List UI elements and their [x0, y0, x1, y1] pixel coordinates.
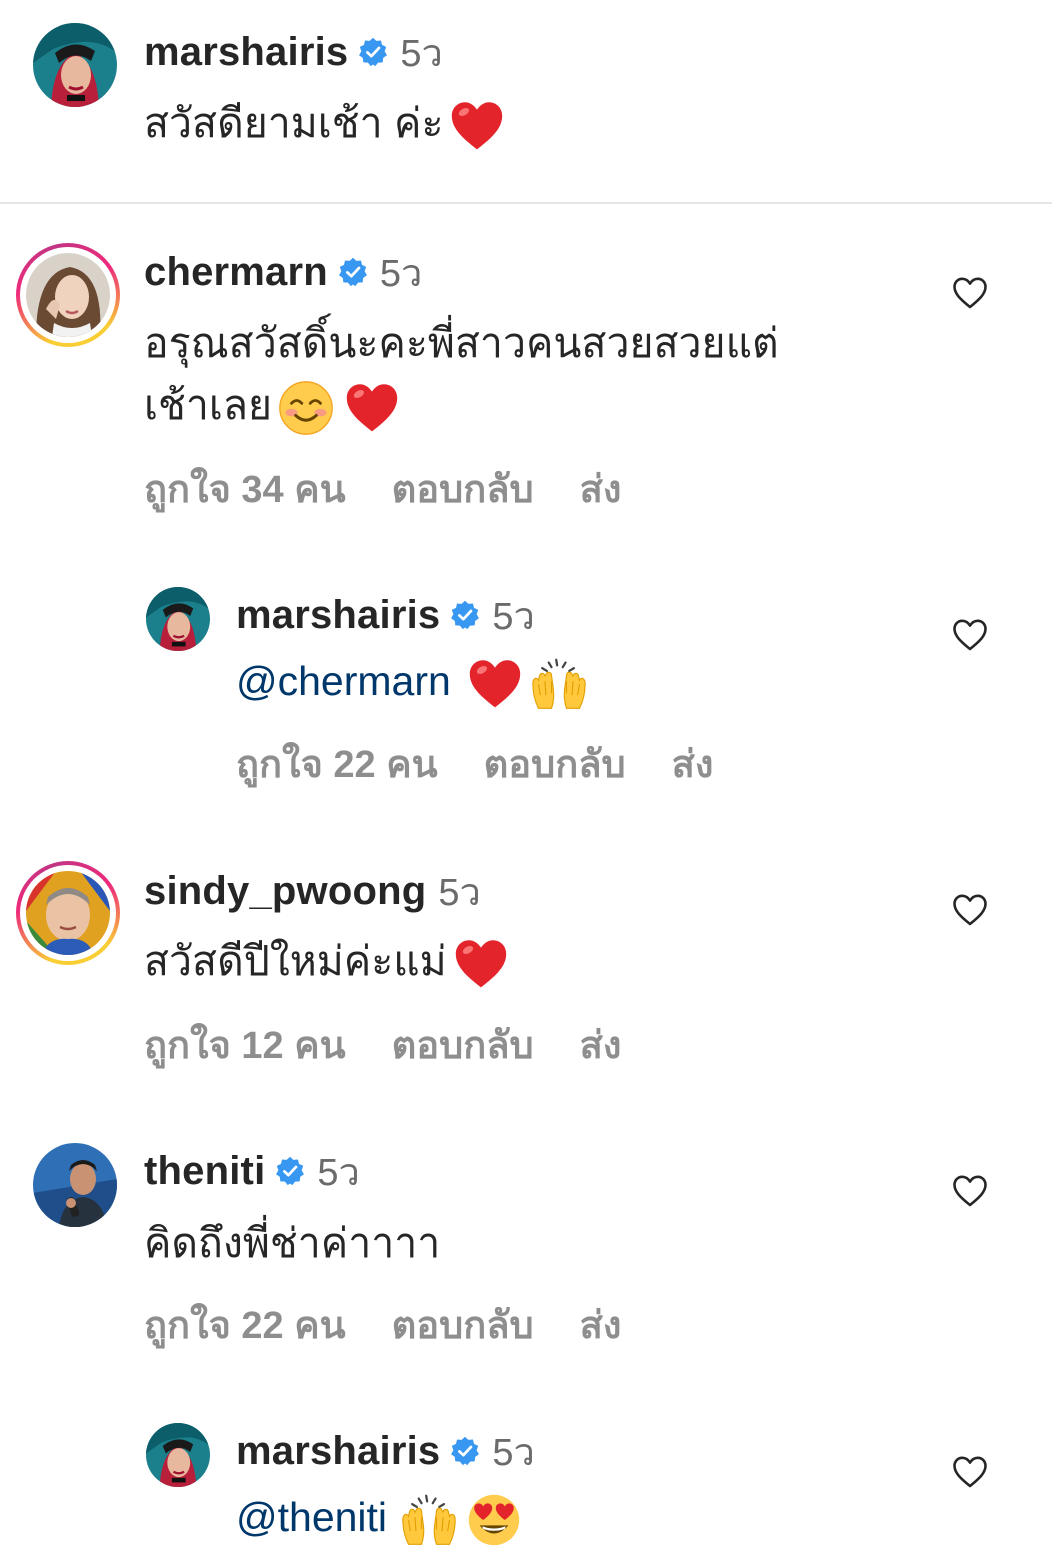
- verified-badge-icon: [450, 1436, 480, 1466]
- send-button[interactable]: ส่ง: [672, 733, 714, 794]
- comment-text: สวัสดีปีใหม่ค่ะแม่: [144, 930, 509, 992]
- likes-count[interactable]: ถูกใจ 22 คน: [144, 1294, 346, 1355]
- red-heart-icon: [467, 657, 523, 711]
- send-button[interactable]: ส่ง: [580, 1014, 622, 1075]
- verified-badge-icon: [358, 37, 388, 67]
- divider: [0, 202, 1052, 204]
- like-heart-icon[interactable]: [952, 618, 988, 652]
- avatar-theniti[interactable]: [33, 1143, 117, 1227]
- comment-text: @theniti: [236, 1486, 521, 1548]
- comment-text-content: สวัสดียามเช้า ค่ะ: [144, 100, 444, 146]
- username[interactable]: theniti: [144, 1149, 265, 1194]
- reply-button[interactable]: ตอบกลับ: [484, 733, 626, 794]
- comment-header: marshairis 5ว: [236, 1426, 535, 1476]
- comment-actions: ถูกใจ 12 คน ตอบกลับ ส่ง: [144, 1014, 667, 1075]
- comment-header: theniti 5ว: [144, 1146, 360, 1196]
- send-button[interactable]: ส่ง: [580, 458, 622, 519]
- comment-text-content: คิดถึงพี่ช่าค่าาาา: [144, 1220, 441, 1266]
- avatar-sindy-pwoong: [26, 871, 110, 955]
- smiling-face-icon: [278, 380, 334, 436]
- comment-header: marshairis 5ว: [144, 27, 443, 77]
- verified-badge-icon: [338, 257, 368, 287]
- likes-count[interactable]: ถูกใจ 12 คน: [144, 1014, 346, 1075]
- username[interactable]: sindy_pwoong: [144, 869, 426, 914]
- avatar-marshairis[interactable]: [146, 1423, 210, 1487]
- red-heart-icon: [449, 99, 505, 153]
- timestamp: 5ว: [492, 595, 535, 638]
- red-heart-icon: [344, 381, 400, 435]
- avatar-chermarn: [26, 253, 110, 337]
- comment-text: คิดถึงพี่ช่าค่าาาา: [144, 1212, 440, 1274]
- story-ring[interactable]: [16, 243, 120, 347]
- username[interactable]: chermarn: [144, 250, 328, 295]
- timestamp: 5ว: [379, 252, 423, 295]
- comment-text-content: เช้าเลย: [144, 382, 273, 428]
- timestamp: 5ว: [400, 32, 443, 75]
- mention-link[interactable]: @theniti: [236, 1494, 387, 1540]
- comment-header: chermarn 5ว: [144, 247, 422, 297]
- like-heart-icon[interactable]: [952, 893, 988, 927]
- like-heart-icon[interactable]: [952, 1455, 988, 1489]
- comment-text: อรุณสวัสดิ์นะคะพี่สาวคนสวยสวยแต่ เช้าเลย: [144, 312, 779, 436]
- verified-badge-icon: [275, 1156, 305, 1186]
- reply-button[interactable]: ตอบกลับ: [392, 458, 534, 519]
- send-button[interactable]: ส่ง: [580, 1294, 622, 1355]
- comment-actions: ถูกใจ 22 คน ตอบกลับ ส่ง: [144, 1294, 667, 1355]
- timestamp: 5ว: [317, 1151, 360, 1194]
- comment-text-line: เช้าเลย: [144, 374, 779, 436]
- likes-count[interactable]: ถูกใจ 22 คน: [236, 733, 438, 794]
- timestamp: 5ว: [438, 871, 481, 914]
- likes-count[interactable]: ถูกใจ 34 คน: [144, 458, 346, 519]
- like-heart-icon[interactable]: [952, 276, 988, 310]
- mention-link[interactable]: @chermarn: [236, 658, 451, 704]
- comment-text: @chermarn: [236, 650, 589, 712]
- raising-hands-icon: [529, 656, 589, 712]
- heart-eyes-face-icon: [467, 1493, 521, 1547]
- like-heart-icon[interactable]: [952, 1174, 988, 1208]
- comment-text: สวัสดียามเช้า ค่ะ: [144, 92, 505, 154]
- avatar-marshairis[interactable]: [33, 23, 117, 107]
- raising-hands-icon: [399, 1492, 459, 1548]
- reply-button[interactable]: ตอบกลับ: [392, 1014, 534, 1075]
- reply-button[interactable]: ตอบกลับ: [392, 1294, 534, 1355]
- red-heart-icon: [453, 937, 509, 991]
- comment-header: marshairis 5ว: [236, 590, 535, 640]
- verified-badge-icon: [450, 600, 480, 630]
- comment-actions: ถูกใจ 22 คน ตอบกลับ ส่ง: [236, 733, 759, 794]
- story-ring[interactable]: [16, 861, 120, 965]
- comment-text-content: สวัสดีปีใหม่ค่ะแม่: [144, 938, 447, 984]
- comment-text-line: อรุณสวัสดิ์นะคะพี่สาวคนสวยสวยแต่: [144, 320, 779, 366]
- username[interactable]: marshairis: [236, 1429, 440, 1474]
- comment-header: sindy_pwoong 5ว: [144, 866, 481, 916]
- username[interactable]: marshairis: [144, 30, 348, 75]
- avatar-marshairis[interactable]: [146, 587, 210, 651]
- comment-actions: ถูกใจ 34 คน ตอบกลับ ส่ง: [144, 458, 667, 519]
- timestamp: 5ว: [492, 1431, 535, 1474]
- username[interactable]: marshairis: [236, 593, 440, 638]
